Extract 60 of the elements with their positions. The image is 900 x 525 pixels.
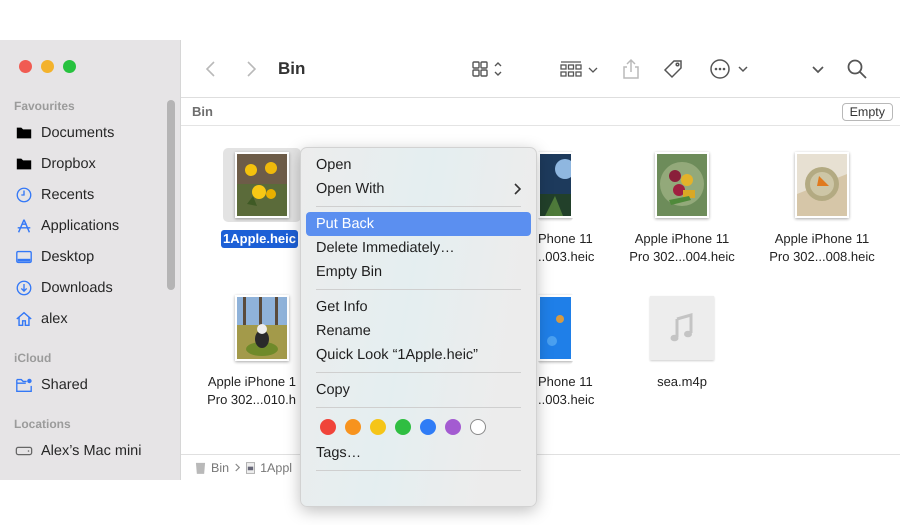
trash-icon	[195, 461, 206, 474]
scrollbar[interactable]	[167, 100, 175, 290]
sidebar-item[interactable]: Recents	[12, 179, 180, 210]
color-tag[interactable]	[345, 419, 361, 435]
sidebar-item[interactable]: Downloads	[12, 272, 180, 303]
path-item[interactable]: 1Appl	[260, 460, 292, 474]
close-button[interactable]	[19, 60, 32, 73]
search-icon[interactable]	[846, 58, 868, 80]
file-name[interactable]: Phone 11	[538, 230, 593, 248]
music-note-icon	[670, 313, 694, 343]
sidebar-item[interactable]: Applications	[12, 210, 180, 241]
clock-icon	[15, 186, 33, 204]
menu-item[interactable]: Delete Immediately…	[306, 236, 531, 260]
sidebar-item[interactable]: alex	[12, 303, 180, 334]
chevron-icon	[234, 463, 242, 472]
section-heading: Favourites	[14, 98, 76, 114]
download-icon	[15, 278, 33, 296]
submenu-chevron-icon	[513, 183, 521, 195]
sidebar-item[interactable]: Desktop	[12, 241, 180, 272]
menu-item[interactable]: Rename	[306, 319, 531, 343]
window-title: Bin	[278, 58, 306, 78]
path-header: Bin	[192, 104, 213, 119]
tag-icon[interactable]	[662, 58, 684, 80]
color-tag[interactable]	[420, 419, 436, 435]
section-heading: iCloud	[14, 350, 52, 366]
menu-item[interactable]: Tags…	[306, 441, 531, 465]
file-name[interactable]: Apple iPhone 11	[632, 230, 732, 248]
sidebar-item[interactable]: Shared	[12, 369, 180, 400]
path-item[interactable]: Bin	[211, 460, 230, 474]
color-tag[interactable]	[320, 419, 336, 435]
section-heading: Locations	[14, 416, 72, 432]
color-tag[interactable]	[470, 419, 486, 435]
menu-item[interactable]: Copy	[306, 378, 531, 402]
menu-item[interactable]: Get Info	[306, 295, 531, 319]
sidebar-item[interactable]: Alex’s Mac mini	[12, 435, 180, 466]
color-tag[interactable]	[445, 419, 461, 435]
menu-item[interactable]: Quick Look “1Apple.heic”	[306, 343, 531, 367]
menu-item[interactable]: Empty Bin	[306, 260, 531, 284]
file-name[interactable]: ..003.heic	[538, 391, 594, 409]
file-name[interactable]: Apple iPhone 1	[206, 373, 298, 391]
file-icon	[246, 462, 256, 474]
zoom-button[interactable]	[63, 60, 76, 73]
file-name[interactable]: Pro 302...010.h	[205, 391, 298, 409]
apps-icon	[15, 216, 33, 234]
home-icon	[15, 310, 33, 328]
file-name[interactable]: ..003.heic	[538, 248, 594, 266]
shared-icon	[15, 376, 33, 394]
file-name[interactable]: sea.m4p	[654, 373, 710, 391]
sidebar-item[interactable]: Documents	[12, 117, 180, 148]
menu-item[interactable]: Open	[306, 153, 531, 177]
menu-item[interactable]: Open With	[306, 177, 531, 201]
sidebar-item[interactable]: Dropbox	[12, 148, 180, 179]
file-name[interactable]: 1Apple.heic	[221, 230, 298, 248]
file-name[interactable]: Pro 302...008.heic	[766, 248, 878, 266]
file-name[interactable]: Apple iPhone 11	[772, 230, 872, 248]
file-name[interactable]: Phone 11	[538, 373, 593, 391]
color-tag[interactable]	[370, 419, 386, 435]
empty-button[interactable]: Empty	[842, 102, 893, 120]
file-name[interactable]: Pro 302...004.heic	[626, 248, 738, 266]
color-tag[interactable]	[395, 419, 411, 435]
